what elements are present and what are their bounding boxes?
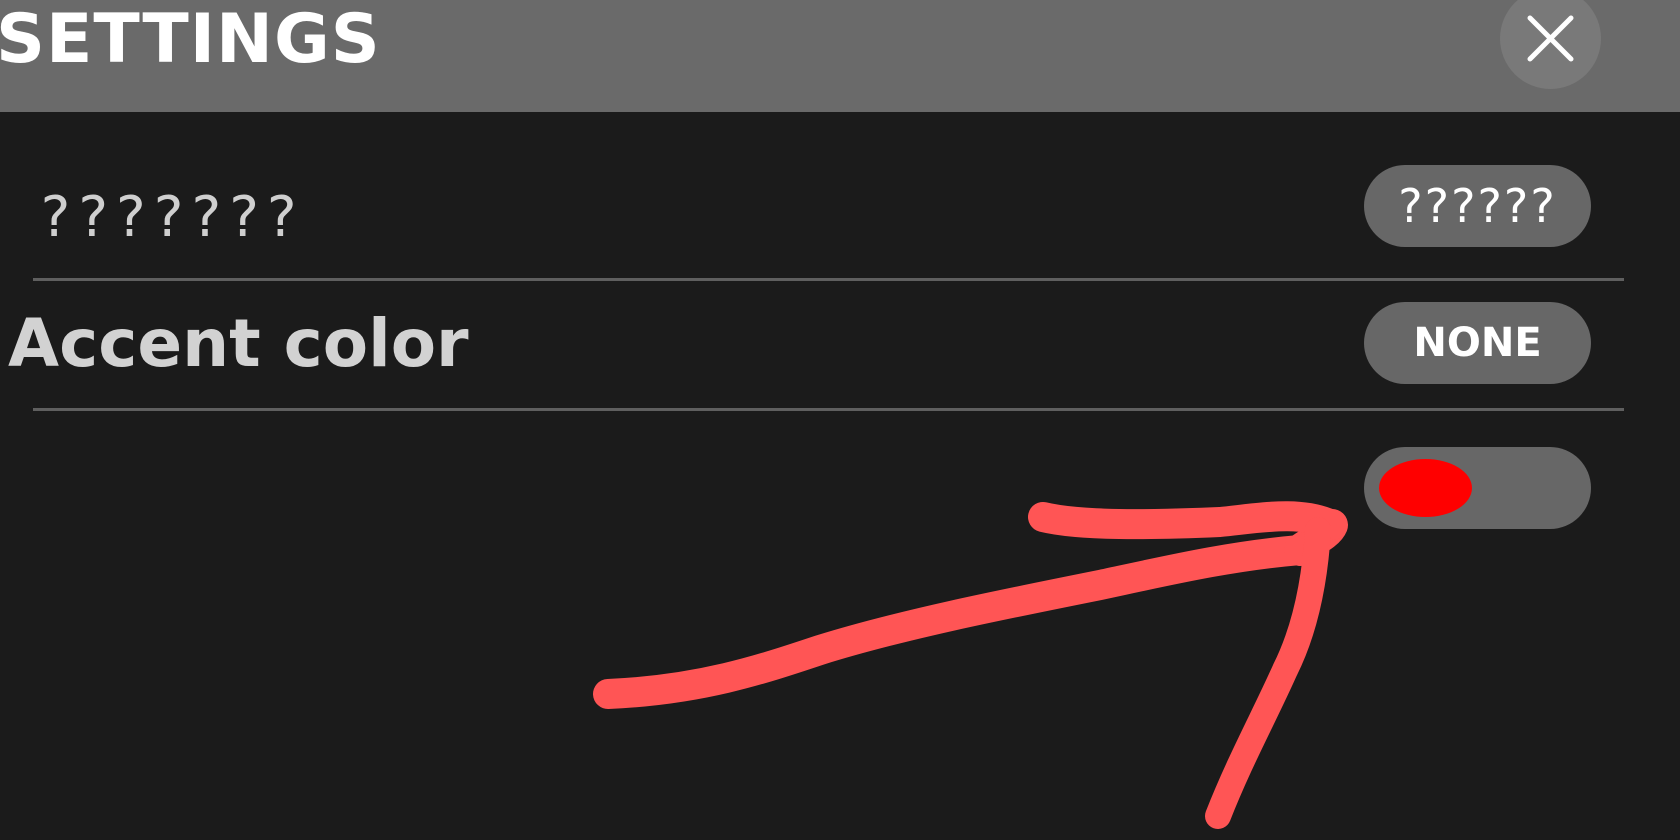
close-icon [1527,15,1574,62]
divider [33,408,1624,411]
close-button[interactable] [1500,0,1601,89]
accent-color-label: Accent color [8,305,469,382]
page-title: SETTINGS [0,0,381,79]
language-select-button[interactable]: ?????? [1364,165,1591,247]
accent-color-button[interactable]: NONE [1364,302,1591,384]
language-setting-label: ??????? [38,185,303,250]
settings-header: SETTINGS [0,0,1680,112]
toggle-switch[interactable] [1364,447,1591,529]
arrow-annotation-icon [593,501,1348,829]
divider [33,278,1624,281]
settings-screen: SETTINGS ??????? ?????? Accent color NON… [0,0,1680,840]
toggle-knob [1379,459,1472,517]
